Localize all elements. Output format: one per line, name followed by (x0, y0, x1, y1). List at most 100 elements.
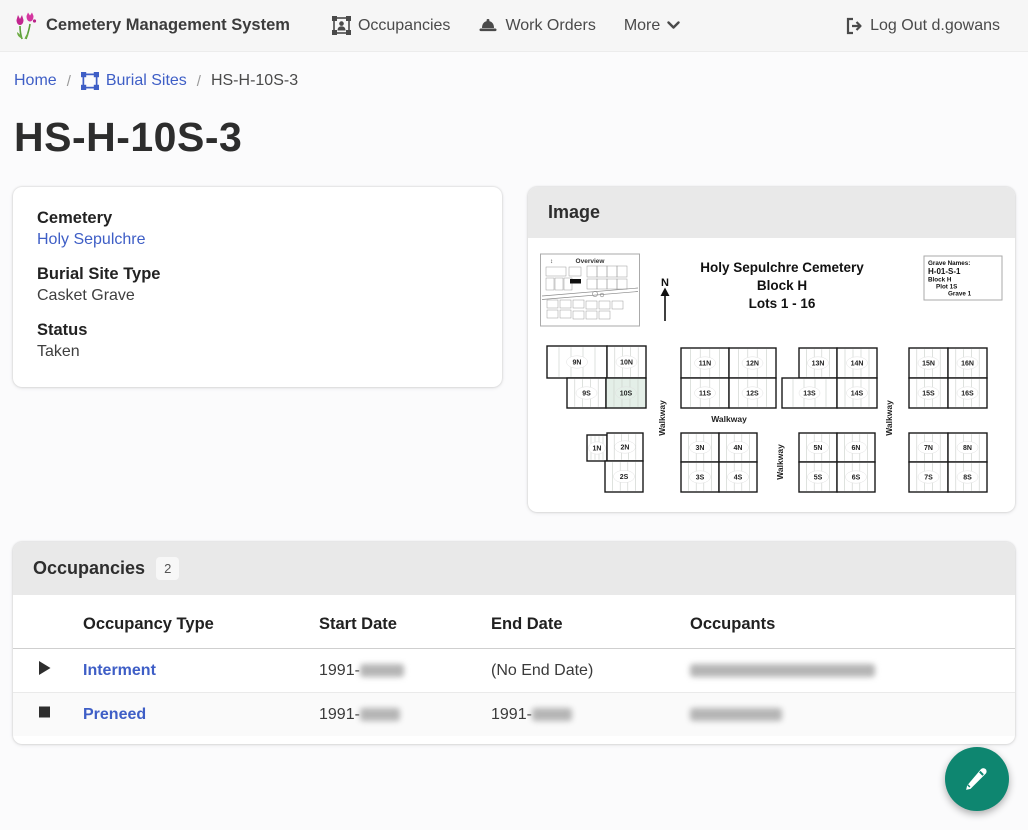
top-navbar: Cemetery Management System Occupancies W… (0, 0, 1028, 52)
redacted-value (360, 664, 404, 677)
plot-cell-label: 5S (814, 475, 823, 482)
plot-cell-label: 6N (852, 445, 861, 452)
nav-more[interactable]: More (624, 17, 680, 35)
plot-grid: 9N10N9S10S11N12N11S12S13N14N13S14S15N16N… (547, 346, 987, 492)
column-icon (13, 595, 75, 649)
plot-cell-label: 16N (961, 361, 974, 368)
plot-cell-label: 6S (852, 475, 861, 482)
walkway-label: Walkway (711, 414, 747, 424)
cemetery-link[interactable]: Holy Sepulchre (37, 231, 146, 248)
occupancy-row: Preneed 1991-1991- (13, 693, 1015, 737)
field-burial-site-type: Burial Site Type Casket Grave (37, 265, 478, 305)
redacted-value (690, 664, 875, 677)
breadcrumb-current: HS-H-10S-3 (211, 72, 298, 90)
field-value: Taken (37, 343, 478, 361)
north-arrow-icon: N (661, 277, 670, 321)
field-cemetery: Cemetery Holy Sepulchre (37, 209, 478, 249)
plot-cell-label: 15S (922, 391, 935, 398)
plot-cell-label: 3N (696, 445, 705, 452)
svg-text:Plot 1S: Plot 1S (936, 284, 957, 291)
plot-cell-label: 3S (696, 475, 705, 482)
breadcrumb-burial-sites-label: Burial Sites (106, 72, 187, 90)
start-date-cell: 1991- (311, 693, 483, 737)
site-map-image[interactable]: Overview ↕ (528, 238, 1015, 512)
plot-cell-label: 11S (699, 391, 711, 398)
stop-icon (37, 704, 52, 720)
brand[interactable]: Cemetery Management System (14, 12, 290, 40)
plot-cell-label: 10N (620, 360, 633, 367)
svg-text:Grave 1: Grave 1 (948, 291, 972, 298)
breadcrumb-home[interactable]: Home (14, 72, 57, 90)
svg-text:Block H: Block H (928, 277, 952, 284)
occupants-cell (682, 649, 1015, 693)
field-label: Burial Site Type (37, 265, 478, 284)
walkway-label: Walkway (775, 444, 785, 480)
occupancy-row: Interment1991-(No End Date) (13, 649, 1015, 693)
occupancies-card-header: Occupancies 2 (13, 542, 1015, 595)
edit-button[interactable] (945, 747, 1009, 811)
plot-cell-label: 13S (803, 391, 816, 398)
brand-title: Cemetery Management System (46, 16, 290, 35)
burial-sites-icon (81, 72, 99, 90)
field-label: Cemetery (37, 209, 478, 228)
occupancies-icon (332, 16, 351, 35)
plot-cell-label: 11N (699, 361, 711, 368)
walkway-label: Walkway (657, 400, 667, 436)
nav-occupancies[interactable]: Occupancies (332, 16, 451, 35)
pencil-icon (962, 764, 992, 794)
nav-work-orders[interactable]: Work Orders (478, 17, 595, 35)
occupancies-count-badge: 2 (156, 557, 179, 580)
redacted-value (532, 708, 572, 721)
plot-cell-label: 14N (851, 361, 864, 368)
plot-cell-label: 10S (620, 391, 633, 398)
svg-text:Block H: Block H (757, 278, 807, 293)
breadcrumb-burial-sites[interactable]: Burial Sites (81, 72, 187, 90)
occupancies-title: Occupancies (33, 558, 145, 579)
page-title: HS-H-10S-3 (0, 90, 1028, 161)
work-orders-icon (478, 17, 498, 34)
plot-cell-label: 16S (961, 391, 974, 398)
cards-row: Cemetery Holy Sepulchre Burial Site Type… (0, 161, 1028, 512)
column-occupancy-type: Occupancy Type (75, 595, 311, 649)
breadcrumb: Home / Burial Sites / HS-H-10S-3 (0, 52, 1028, 90)
details-card: Cemetery Holy Sepulchre Burial Site Type… (13, 187, 502, 387)
plot-cell-label: 12N (746, 361, 759, 368)
column-occupants: Occupants (682, 595, 1015, 649)
plot-cell-label: 5N (814, 445, 823, 452)
image-card: Image Overview ↕ (528, 187, 1015, 512)
field-value: Casket Grave (37, 287, 478, 305)
grave-names-box: Grave Names: H-01-S-1 Block H Plot 1S Gr… (924, 256, 1002, 300)
start-date-cell: 1991- (311, 649, 483, 693)
svg-text:Grave Names:: Grave Names: (928, 260, 970, 267)
breadcrumb-separator: / (197, 73, 201, 90)
svg-text:N: N (661, 277, 669, 289)
field-label: Status (37, 321, 478, 340)
svg-text:↕: ↕ (550, 259, 553, 265)
image-card-header: Image (528, 187, 1015, 238)
plot-cell-label: 4S (734, 475, 743, 482)
plot-cell-label: 12S (746, 391, 759, 398)
occupancy-type-link[interactable]: Preneed (83, 706, 146, 723)
occupancies-card: Occupancies 2 Occupancy Type Start Date … (13, 542, 1015, 744)
chevron-down-icon (667, 21, 680, 30)
plot-cell-label: 9N (573, 360, 582, 367)
nav-more-label: More (624, 17, 660, 35)
plot-cell-label: 8N (963, 445, 972, 452)
redacted-value (690, 708, 782, 721)
occupancy-type-link[interactable]: Interment (83, 662, 156, 679)
logout-label: Log Out d.gowans (870, 17, 1000, 35)
nav-work-orders-label: Work Orders (505, 17, 595, 35)
tulip-logo-icon (14, 12, 38, 40)
overview-thumbnail: Overview ↕ (541, 254, 640, 326)
plot-cell-label: 2N (621, 445, 630, 452)
plot-cell-label: 7N (924, 445, 933, 452)
plot-cell-label: 7S (924, 475, 933, 482)
svg-text:Lots 1 - 16: Lots 1 - 16 (749, 296, 816, 311)
table-header-row: Occupancy Type Start Date End Date Occup… (13, 595, 1015, 649)
svg-text:Overview: Overview (576, 258, 606, 265)
plot-cell-label: 2S (620, 474, 629, 481)
svg-text:Holy Sepulchre Cemetery: Holy Sepulchre Cemetery (700, 260, 864, 275)
logout-button[interactable]: Log Out d.gowans (845, 17, 1000, 35)
end-date-cell: 1991- (483, 693, 682, 737)
plot-cell-label: 8S (963, 475, 972, 482)
